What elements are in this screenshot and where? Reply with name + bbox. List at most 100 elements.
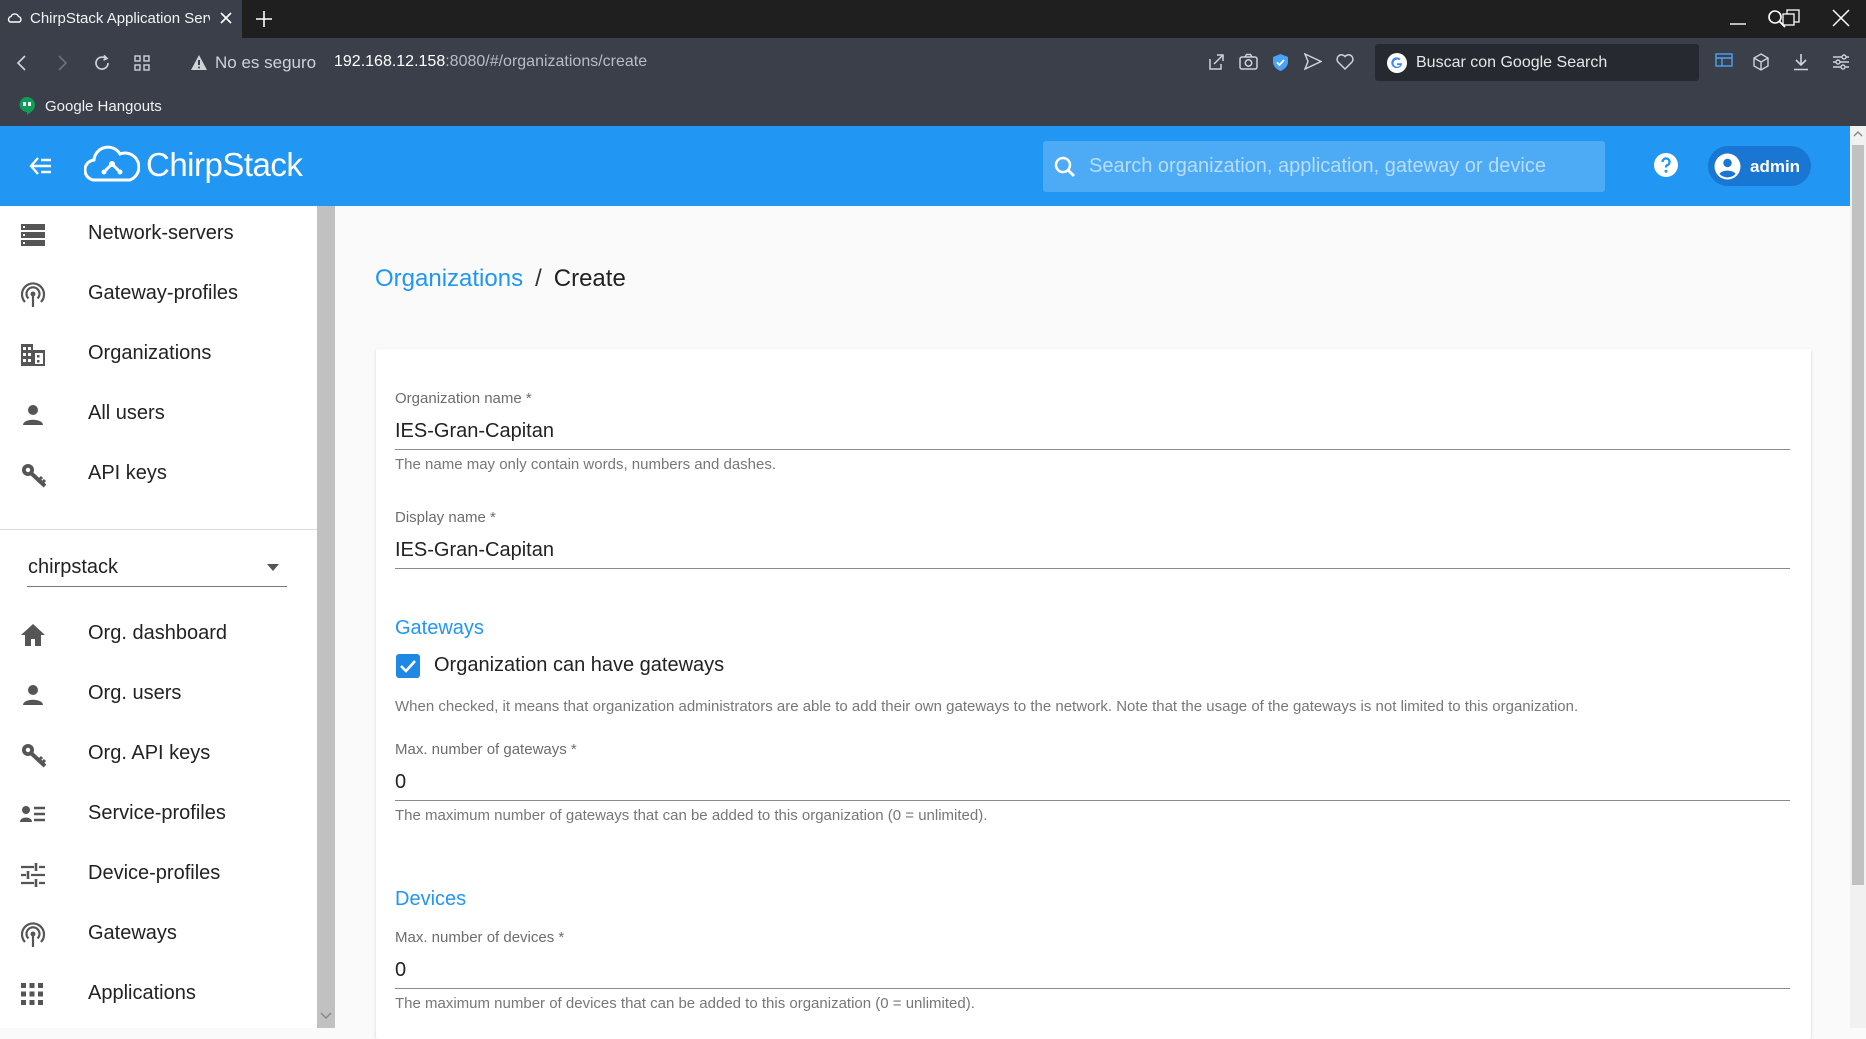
breadcrumb-separator: /	[535, 265, 542, 292]
restore-icon[interactable]	[1782, 9, 1800, 27]
sidebar-item-label: All users	[88, 402, 165, 424]
max-gateways-help: The maximum number of gateways that can …	[395, 807, 988, 824]
organization-select-value: chirpstack	[28, 556, 119, 578]
browser-tab[interactable]: ChirpStack Application Server	[0, 0, 242, 38]
page-scrollbar-thumb[interactable]	[1852, 145, 1864, 885]
close-tab-icon[interactable]	[219, 11, 233, 25]
sidebar-item-network-servers[interactable]: Network-servers	[0, 206, 317, 262]
home-icon	[20, 622, 46, 648]
create-organization-form: Organization name * The name may only co…	[376, 349, 1811, 1039]
person-icon	[20, 402, 46, 428]
sidebar-item-label: API keys	[88, 462, 167, 484]
warning-icon[interactable]	[190, 54, 208, 71]
sidebar-item-label: Gateway-profiles	[88, 282, 239, 304]
sidebar-item-service-profiles[interactable]: Service-profiles	[0, 786, 317, 842]
security-status[interactable]: No es seguro	[215, 53, 316, 73]
camera-icon[interactable]	[1239, 53, 1258, 70]
dropdown-caret-icon	[267, 564, 279, 571]
chirpstack-logo-icon	[84, 142, 140, 188]
list-person-icon	[20, 802, 46, 828]
antenna-icon	[20, 922, 46, 948]
tab-manager-icon[interactable]	[1715, 53, 1733, 67]
sidebar-item-applications[interactable]: Applications	[0, 966, 317, 1022]
scroll-down-arrow-icon[interactable]	[320, 1012, 332, 1020]
sidebar-item-org-api-keys[interactable]: Org. API keys	[0, 726, 317, 782]
can-have-gateways-label[interactable]: Organization can have gateways	[434, 654, 724, 677]
sidebar-scrollbar[interactable]	[317, 206, 335, 1028]
app-header: ChirpStack admin	[0, 126, 1850, 206]
brand-name: ChirpStack	[146, 146, 303, 183]
sidebar-item-label: Applications	[88, 982, 196, 1004]
max-devices-help: The maximum number of devices that can b…	[395, 995, 975, 1012]
sidebar-item-device-profiles[interactable]: Device-profiles	[0, 846, 317, 902]
download-icon[interactable]	[1793, 53, 1809, 71]
user-menu-button[interactable]: admin	[1708, 146, 1811, 186]
sidebar-item-label: Gateways	[88, 922, 177, 944]
share-icon[interactable]	[1207, 53, 1225, 71]
browser-addressbar: No es seguro 192.168.12.158:8080/#/organ…	[0, 38, 1866, 88]
global-search[interactable]	[1043, 141, 1605, 192]
extensions-cube-icon[interactable]	[1752, 53, 1770, 71]
max-gateways-input[interactable]	[395, 764, 1790, 801]
sidebar-item-label: Network-servers	[88, 222, 234, 244]
speed-dial-icon[interactable]	[133, 54, 151, 72]
organization-select[interactable]: chirpstack	[27, 548, 287, 587]
organization-name-input[interactable]	[395, 413, 1790, 450]
breadcrumb-organizations-link[interactable]: Organizations	[375, 265, 523, 292]
url-path: :8080/#/organizations/create	[445, 53, 648, 70]
new-tab-icon[interactable]	[253, 8, 275, 30]
tune-icon	[20, 862, 46, 888]
person-icon	[20, 682, 46, 708]
google-search-box[interactable]: Buscar con Google Search	[1375, 44, 1699, 81]
close-window-icon[interactable]	[1832, 9, 1850, 27]
hangouts-icon[interactable]	[18, 96, 36, 116]
sidebar-item-label: Org. dashboard	[88, 622, 227, 644]
search-icon	[1053, 155, 1077, 179]
forward-icon[interactable]	[54, 54, 70, 72]
sidebar-item-label: Org. API keys	[88, 742, 211, 764]
scroll-up-arrow-icon[interactable]	[1853, 130, 1863, 137]
breadcrumb: Organizations / Create	[375, 265, 626, 293]
sidebar-item-organizations[interactable]: Organizations	[0, 326, 317, 382]
gateways-section-title: Gateways	[395, 617, 484, 639]
google-search-placeholder: Buscar con Google Search	[1416, 54, 1608, 71]
sidebar-item-gateways[interactable]: Gateways	[0, 906, 317, 962]
bookmark-google-hangouts[interactable]: Google Hangouts	[45, 98, 162, 115]
server-icon	[20, 222, 46, 248]
max-gateways-label: Max. number of gateways *	[395, 741, 577, 758]
devices-section-title: Devices	[395, 888, 467, 910]
heart-icon[interactable]	[1336, 53, 1354, 70]
back-icon[interactable]	[14, 54, 30, 72]
breadcrumb-current: Create	[553, 265, 626, 292]
sidebar-item-gateway-profiles[interactable]: Gateway-profiles	[0, 266, 317, 322]
google-icon	[1387, 53, 1407, 73]
sidebar-item-api-keys[interactable]: API keys	[0, 446, 317, 502]
shield-icon[interactable]	[1272, 53, 1289, 72]
key-icon	[20, 462, 48, 488]
minimize-icon[interactable]	[1730, 22, 1746, 26]
url-field[interactable]: 192.168.12.158:8080/#/organizations/crea…	[334, 53, 647, 71]
tab-title: ChirpStack Application Server	[30, 10, 210, 27]
display-name-label: Display name *	[395, 509, 496, 526]
browser-tabbar: ChirpStack Application Server	[0, 0, 1866, 38]
max-devices-input[interactable]	[395, 952, 1790, 989]
sidebar-item-org-dashboard[interactable]: Org. dashboard	[0, 606, 317, 662]
apps-icon	[20, 982, 44, 1006]
help-icon[interactable]	[1653, 152, 1679, 178]
settings-sliders-icon[interactable]	[1832, 53, 1850, 71]
send-icon[interactable]	[1304, 53, 1322, 70]
url-host: 192.168.12.158	[334, 53, 446, 70]
display-name-input[interactable]	[395, 532, 1790, 569]
sidebar-item-org-users[interactable]: Org. users	[0, 666, 317, 722]
can-have-gateways-checkbox[interactable]	[396, 654, 420, 678]
sidebar-item-label: Org. users	[88, 682, 182, 704]
key-icon	[20, 742, 48, 768]
sidebar-divider	[0, 529, 317, 530]
menu-collapse-icon[interactable]	[26, 152, 54, 180]
sidebar-item-label: Device-profiles	[88, 862, 221, 884]
sidebar-item-label: Service-profiles	[88, 802, 226, 824]
sidebar-item-all-users[interactable]: All users	[0, 386, 317, 442]
reload-icon[interactable]	[93, 54, 111, 72]
search-input[interactable]	[1089, 141, 1589, 192]
sidebar-item-label: Organizations	[88, 342, 212, 364]
